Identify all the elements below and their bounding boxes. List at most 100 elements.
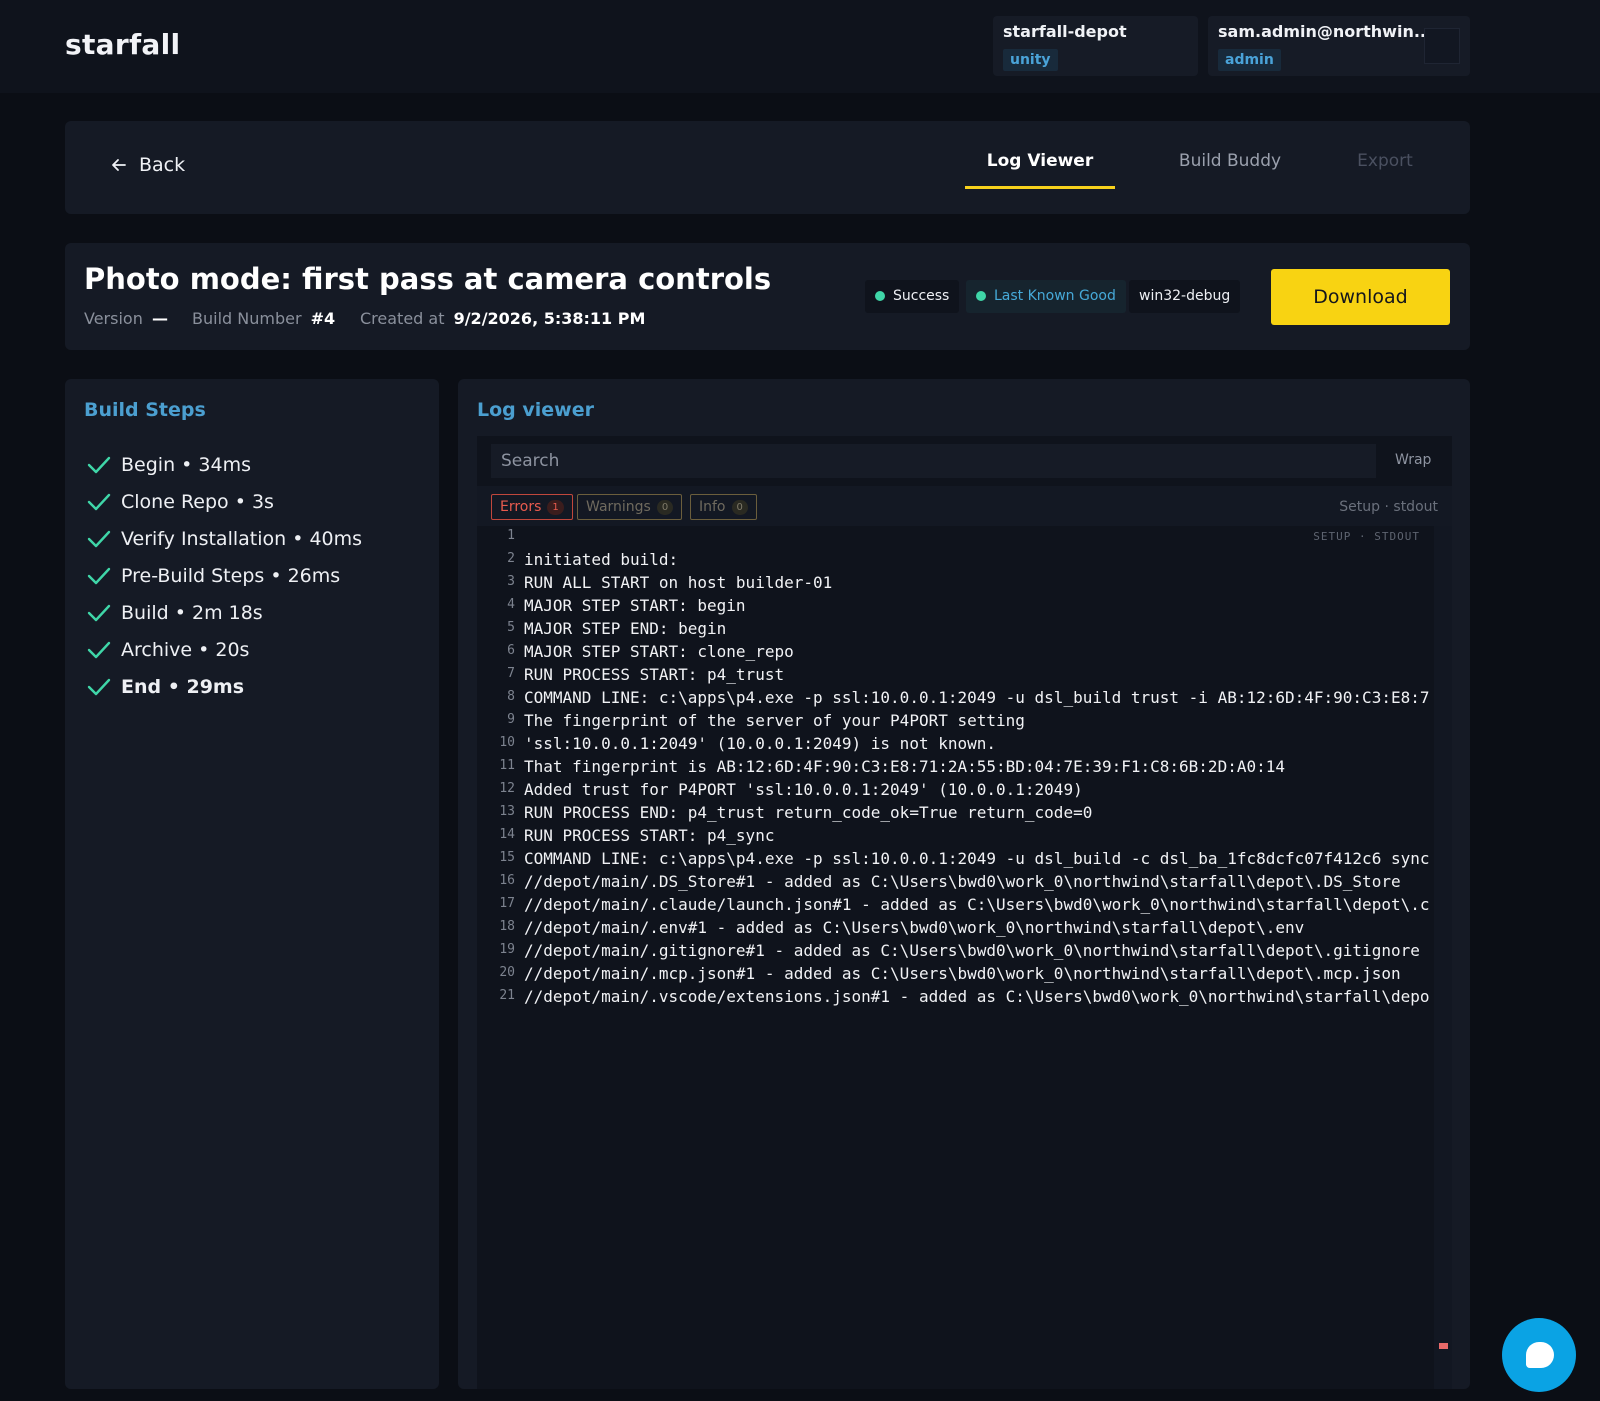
- check-icon: [87, 567, 111, 585]
- download-button[interactable]: Download: [1271, 269, 1450, 325]
- log-line: 11 That fingerprint is AB:12:6D:4F:90:C3:…: [477, 756, 1434, 779]
- step-label: Build • 2m 18s: [121, 602, 263, 624]
- line-text: COMMAND LINE: c:\apps\p4.exe -p ssl:10.0…: [524, 688, 1430, 707]
- line-number: 13: [499, 804, 515, 819]
- log-search-input[interactable]: [491, 444, 1376, 478]
- log-line: 10 'ssl:10.0.0.1:2049' (10.0.0.1:2049) is…: [477, 733, 1434, 756]
- log-line: 9 The fingerprint of the server of your P…: [477, 710, 1434, 733]
- line-number: 14: [499, 827, 515, 842]
- version-label: Version: [84, 309, 143, 328]
- line-text: //depot/main/.env#1 - added as C:\Users\…: [524, 918, 1305, 937]
- errors-filter-label: Errors: [500, 499, 542, 515]
- version-value: —: [151, 309, 168, 328]
- log-line: 7 RUN PROCESS START: p4_trust: [477, 664, 1434, 687]
- build-header: Photo mode: first pass at camera control…: [65, 243, 1470, 350]
- line-number: 5: [507, 620, 515, 635]
- errors-filter[interactable]: Errors 1: [491, 494, 573, 520]
- user-menu[interactable]: sam.admin@northwin... admin: [1208, 16, 1470, 76]
- wrap-toggle[interactable]: Wrap: [1395, 452, 1431, 468]
- step-clone-repo[interactable]: Clone Repo • 3s: [87, 491, 274, 513]
- log-lines[interactable]: SETUP · STDOUT 1 2 initiated build: 3 RUN AL…: [477, 526, 1434, 1389]
- line-text: COMMAND LINE: c:\apps\p4.exe -p ssl:10.0…: [524, 849, 1430, 868]
- line-number: 21: [499, 988, 515, 1003]
- line-number: 10: [499, 735, 515, 750]
- build-number-meta: Build Number #4: [192, 309, 335, 328]
- page-title: Photo mode: first pass at camera control…: [84, 262, 772, 296]
- build-steps-title: Build Steps: [84, 399, 206, 421]
- step-label: Archive • 20s: [121, 639, 250, 661]
- created-at-value: 9/2/2026, 5:38:11 PM: [453, 309, 646, 328]
- line-text: initiated build:: [524, 550, 679, 569]
- build-number-label: Build Number: [192, 309, 302, 328]
- log-line: 8 COMMAND LINE: c:\apps\p4.exe -p ssl:10.…: [477, 687, 1434, 710]
- back-button[interactable]: Back: [111, 154, 185, 176]
- warnings-filter[interactable]: Warnings 0: [577, 494, 683, 520]
- log-scrollbar[interactable]: [1434, 526, 1452, 1389]
- step-end[interactable]: End • 29ms: [87, 676, 244, 698]
- line-text: That fingerprint is AB:12:6D:4F:90:C3:E8…: [524, 757, 1285, 776]
- warnings-count-badge: 0: [656, 500, 674, 515]
- check-icon: [87, 641, 111, 659]
- filter-row: Errors 1 Warnings 0 Info 0 Setup · stdout: [477, 486, 1452, 526]
- check-icon: [87, 530, 111, 548]
- log-viewer-title: Log viewer: [477, 399, 594, 421]
- avatar[interactable]: [1424, 28, 1460, 64]
- line-text: Added trust for P4PORT 'ssl:10.0.0.1:204…: [524, 780, 1083, 799]
- tab-export[interactable]: Export: [1325, 151, 1445, 189]
- line-number: 16: [499, 873, 515, 888]
- check-icon: [87, 456, 111, 474]
- good-dot-icon: [976, 291, 986, 301]
- line-text: RUN PROCESS START: p4_sync: [524, 826, 775, 845]
- page-nav: Back Log Viewer Build Buddy Export: [65, 121, 1470, 214]
- log-line: 6 MAJOR STEP START: clone_repo: [477, 641, 1434, 664]
- success-dot-icon: [875, 291, 885, 301]
- line-text: RUN PROCESS END: p4_trust return_code_ok…: [524, 803, 1093, 822]
- step-archive[interactable]: Archive • 20s: [87, 639, 249, 661]
- line-text: //depot/main/.DS_Store#1 - added as C:\U…: [524, 872, 1401, 891]
- workspace-switcher[interactable]: starfall-depot unity: [993, 16, 1198, 76]
- chat-bubble-icon: [1526, 1342, 1554, 1368]
- line-number: 17: [499, 896, 515, 911]
- top-bar: starfall starfall-depot unity sam.admin@…: [0, 0, 1600, 93]
- line-text: RUN ALL START on host builder-01: [524, 573, 833, 592]
- last-known-good-badge: Last Known Good: [966, 280, 1126, 313]
- error-scroll-marker: [1439, 1343, 1448, 1349]
- line-text: The fingerprint of the server of your P4…: [524, 711, 1025, 730]
- created-at-meta: Created at 9/2/2026, 5:38:11 PM: [360, 309, 645, 328]
- chat-launcher-button[interactable]: [1502, 1318, 1576, 1392]
- build-steps-panel: Build Steps Begin • 34ms Clone Repo • 3s…: [65, 379, 439, 1389]
- build-number-value: #4: [310, 309, 336, 328]
- line-number: 9: [507, 712, 515, 727]
- info-filter-label: Info: [699, 499, 726, 515]
- step-begin[interactable]: Begin • 34ms: [87, 454, 251, 476]
- step-pre-build-steps[interactable]: Pre-Build Steps • 26ms: [87, 565, 340, 587]
- app-logo[interactable]: starfall: [65, 28, 180, 61]
- log-line: 18 //depot/main/.env#1 - added as C:\User…: [477, 917, 1434, 940]
- created-at-label: Created at: [360, 309, 445, 328]
- log-line: 15 COMMAND LINE: c:\apps\p4.exe -p ssl:10…: [477, 848, 1434, 871]
- step-verify-installation[interactable]: Verify Installation • 40ms: [87, 528, 362, 550]
- line-number: 2: [507, 551, 515, 566]
- tab-build-buddy[interactable]: Build Buddy: [1155, 151, 1305, 189]
- check-icon: [87, 678, 111, 696]
- workspace-name: starfall-depot: [1003, 22, 1127, 41]
- last-known-good-label: Last Known Good: [994, 288, 1116, 304]
- log-line: 5 MAJOR STEP END: begin: [477, 618, 1434, 641]
- log-line: 17 //depot/main/.claude/launch.json#1 - a…: [477, 894, 1434, 917]
- line-text: MAJOR STEP START: begin: [524, 596, 746, 615]
- version-meta: Version —: [84, 309, 168, 328]
- tab-log-viewer[interactable]: Log Viewer: [965, 151, 1115, 189]
- step-build[interactable]: Build • 2m 18s: [87, 602, 263, 624]
- log-line: 14 RUN PROCESS START: p4_sync: [477, 825, 1434, 848]
- log-line: 13 RUN PROCESS END: p4_trust return_code_…: [477, 802, 1434, 825]
- line-text: //depot/main/.vscode/extensions.json#1 -…: [524, 987, 1430, 1006]
- line-number: 12: [499, 781, 515, 796]
- line-text: 'ssl:10.0.0.1:2049' (10.0.0.1:2049) is n…: [524, 734, 997, 753]
- line-number: 8: [507, 689, 515, 704]
- log-line: 2 initiated build:: [477, 549, 1434, 572]
- step-label: Clone Repo • 3s: [121, 491, 274, 513]
- info-filter[interactable]: Info 0: [690, 494, 757, 520]
- warnings-filter-label: Warnings: [586, 499, 651, 515]
- line-text: MAJOR STEP START: clone_repo: [524, 642, 794, 661]
- line-text: MAJOR STEP END: begin: [524, 619, 727, 638]
